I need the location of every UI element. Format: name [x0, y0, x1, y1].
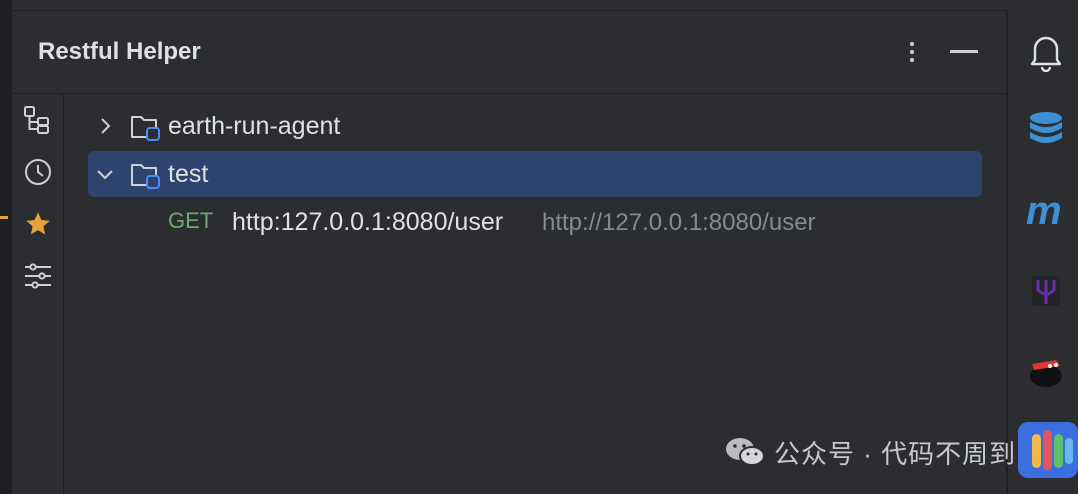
notifications-bell-icon — [1030, 36, 1062, 72]
ninja-plugin-button[interactable] — [1022, 346, 1070, 394]
filter-settings-button[interactable] — [12, 256, 64, 296]
module-folder-icon — [131, 116, 160, 141]
watermark: 公众号 · 代码不周到 — [724, 432, 1016, 472]
notifications-button[interactable] — [1022, 28, 1070, 76]
tree-structure-button[interactable] — [12, 100, 64, 140]
database-button[interactable] — [1022, 106, 1070, 154]
tree-node-label: test — [168, 160, 209, 188]
module-folder-icon — [131, 164, 160, 189]
panel-header: Restful Helper — [12, 12, 1006, 92]
favorites-button[interactable] — [12, 204, 64, 244]
trident-plugin-button[interactable] — [1022, 266, 1070, 314]
http-method-badge: GET — [168, 208, 214, 233]
favorite-star-icon — [26, 212, 50, 235]
top-border — [12, 10, 1008, 11]
wechat-icon — [726, 438, 765, 466]
maven-m-icon: m — [1026, 190, 1062, 230]
tree-node-test[interactable]: test — [88, 151, 982, 197]
colorful-plugin-icon — [1018, 422, 1078, 478]
endpoint-path: http:127.0.0.1:8080/user — [232, 208, 504, 236]
tree-structure-icon — [24, 106, 49, 134]
svg-text:m: m — [1026, 190, 1062, 230]
filter-settings-icon — [25, 263, 51, 289]
colorful-plugin-button[interactable] — [1018, 422, 1078, 478]
trident-plugin-icon — [1032, 276, 1060, 306]
minimize-icon[interactable] — [950, 50, 978, 53]
maven-button[interactable]: m — [1022, 186, 1070, 234]
ninja-plugin-icon — [1030, 360, 1062, 387]
database-icon — [1030, 112, 1062, 143]
side-toolbar — [12, 94, 64, 494]
endpoint-url: http://127.0.0.1:8080/user — [542, 209, 816, 236]
left-edge-accent — [0, 216, 8, 219]
panel-title: Restful Helper — [38, 38, 201, 65]
watermark-text: 公众号 · 代码不周到 — [774, 438, 1017, 469]
chevron-right-icon[interactable] — [94, 115, 116, 137]
chevron-down-icon[interactable] — [94, 163, 116, 185]
tree-node-label: earth-run-agent — [168, 112, 341, 140]
endpoint-item[interactable]: GET http:127.0.0.1:8080/user http://127.… — [168, 202, 988, 242]
history-clock-icon — [25, 159, 51, 185]
tree-node-earth-run-agent[interactable]: earth-run-agent — [88, 103, 982, 149]
left-edge-strip — [0, 0, 12, 494]
right-tool-window-bar: m — [1008, 12, 1078, 494]
history-button[interactable] — [12, 152, 64, 192]
kebab-vertical-icon[interactable] — [900, 38, 924, 68]
